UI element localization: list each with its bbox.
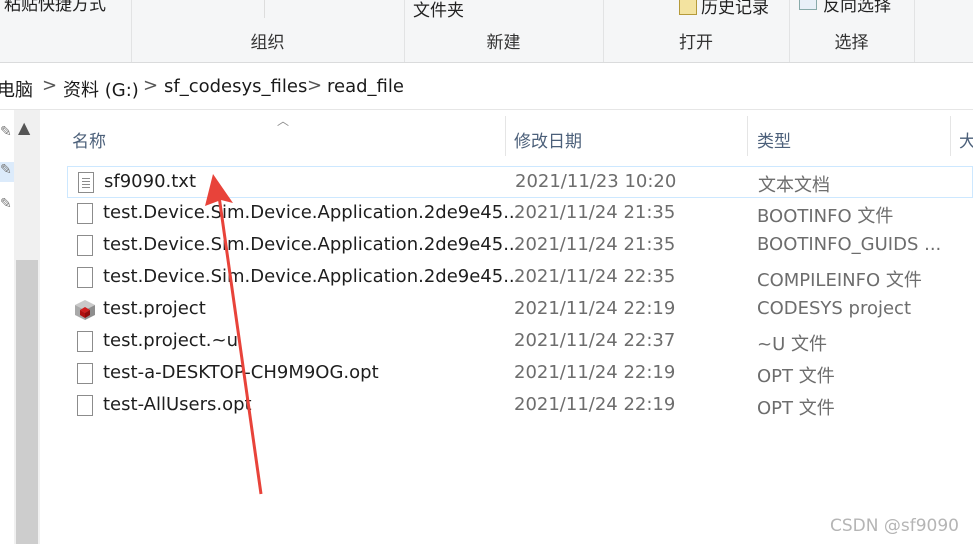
file-type: OPT 文件 <box>757 398 835 419</box>
file-name: test.project.~u <box>103 330 238 351</box>
watermark: CSDN @sf9090 <box>830 516 959 536</box>
file-type: OPT 文件 <box>757 366 835 387</box>
invert-selection-button[interactable]: 反向选择 <box>823 0 891 16</box>
pin-icon[interactable]: ✎ <box>0 124 14 144</box>
chevron-right-icon[interactable]: > <box>42 75 57 96</box>
file-date-modified: 2021/11/24 22:19 <box>514 298 676 319</box>
file-name: test-AllUsers.opt <box>103 394 252 415</box>
column-divider[interactable] <box>950 116 951 156</box>
file-icon <box>77 235 93 256</box>
ribbon-group-open: 历史记录 打开 <box>603 0 790 62</box>
ribbon-group-label-organize: 组织 <box>250 33 285 53</box>
invert-selection-icon <box>799 0 817 10</box>
file-date-modified: 2021/11/24 22:19 <box>514 362 676 383</box>
pin-icon[interactable]: ✎ <box>0 162 14 182</box>
ribbon-group-new: 文件夹 新建 <box>404 0 604 62</box>
file-type: BOOTINFO 文件 <box>757 206 894 227</box>
file-type: BOOTINFO_GUIDS ... <box>757 234 942 255</box>
file-icon <box>77 395 93 416</box>
ribbon-group-select: 反向选择 选择 <box>789 0 915 62</box>
breadcrumb-folder[interactable]: sf_codesys_files <box>164 76 307 97</box>
column-header-size[interactable]: 大 <box>959 127 973 167</box>
file-date-modified: 2021/11/24 22:19 <box>514 394 676 415</box>
column-divider[interactable] <box>505 116 506 156</box>
file-name: test-a-DESKTOP-CH9M9OG.opt <box>103 362 379 383</box>
file-icon <box>77 203 93 224</box>
file-row[interactable]: test.Device.Sim.Device.Application.2de9e… <box>67 230 973 262</box>
scroll-up-icon[interactable]: ▲ <box>18 118 30 137</box>
text-file-icon <box>78 172 94 193</box>
ribbon-group-label-select: 选择 <box>834 33 869 53</box>
breadcrumb-drive[interactable]: 资料 (G:) <box>63 76 139 102</box>
chevron-right-icon[interactable]: > <box>143 75 158 96</box>
address-bar[interactable]: 电脑 > 资料 (G:) > sf_codesys_files > read_f… <box>0 63 973 110</box>
file-name: test.project <box>103 298 206 319</box>
history-icon <box>679 0 697 15</box>
divider <box>264 0 265 18</box>
file-date-modified: 2021/11/24 22:37 <box>514 330 676 351</box>
ribbon-group-label-open: 打开 <box>679 33 713 53</box>
file-date-modified: 2021/11/23 10:20 <box>515 171 677 192</box>
column-header-type[interactable]: 类型 <box>757 127 791 167</box>
file-row[interactable]: test.project.~u 2021/11/24 22:37 ~U 文件 <box>67 326 973 358</box>
ribbon-group-organize-left: 粘贴快捷方式 <box>0 0 132 62</box>
column-divider[interactable] <box>747 116 748 156</box>
file-name: test.Device.Sim.Device.Application.2de9e… <box>103 234 521 255</box>
file-date-modified: 2021/11/24 22:35 <box>514 266 676 287</box>
column-header-name[interactable]: 名称 <box>72 127 106 167</box>
codesys-project-icon <box>75 300 95 320</box>
file-row[interactable]: test.Device.Sim.Device.Application.2de9e… <box>67 198 973 230</box>
history-button[interactable]: 历史记录 <box>701 0 769 18</box>
file-row[interactable]: test.project 2021/11/24 22:19 CODESYS pr… <box>67 294 973 326</box>
new-folder-button[interactable]: 文件夹 <box>413 0 464 21</box>
file-type: ~U 文件 <box>757 334 827 355</box>
file-icon <box>77 267 93 288</box>
file-date-modified: 2021/11/24 21:35 <box>514 234 676 255</box>
file-date-modified: 2021/11/24 21:35 <box>514 202 676 223</box>
file-type: CODESYS project <box>757 298 912 319</box>
file-name: sf9090.txt <box>104 171 197 192</box>
pin-icon[interactable]: ✎ <box>0 196 14 216</box>
ribbon-group-label-new: 新建 <box>486 33 521 53</box>
file-name: test.Device.Sim.Device.Application.2de9e… <box>103 266 521 287</box>
ribbon: 粘贴快捷方式 组织 文件夹 新建 历史记录 打开 反向选择 选择 <box>0 0 973 63</box>
file-row[interactable]: sf9090.txt 2021/11/23 10:20 文本文档 <box>67 166 973 198</box>
file-row[interactable]: test.Device.Sim.Device.Application.2de9e… <box>67 262 973 294</box>
file-row[interactable]: test-a-DESKTOP-CH9M9OG.opt 2021/11/24 22… <box>67 358 973 390</box>
navigation-scrollbar[interactable]: ▲ <box>14 110 40 544</box>
breadcrumb-current-folder[interactable]: read_file <box>327 76 404 97</box>
sort-ascending-icon: ︿ <box>277 114 290 128</box>
ribbon-group-organize: 组织 <box>131 0 405 62</box>
file-type: COMPILEINFO 文件 <box>757 270 922 291</box>
file-icon <box>77 331 93 352</box>
chevron-right-icon[interactable]: > <box>307 75 322 96</box>
scrollbar-thumb[interactable] <box>16 260 38 544</box>
file-icon <box>77 363 93 384</box>
file-type: 文本文档 <box>758 175 830 196</box>
paste-shortcut-button[interactable]: 粘贴快捷方式 <box>4 0 106 15</box>
breadcrumb-this-pc[interactable]: 电脑 <box>0 76 33 102</box>
file-name: test.Device.Sim.Device.Application.2de9e… <box>103 202 521 223</box>
file-row[interactable]: test-AllUsers.opt 2021/11/24 22:19 OPT 文… <box>67 390 973 422</box>
column-header-date-modified[interactable]: 修改日期 <box>514 127 582 167</box>
